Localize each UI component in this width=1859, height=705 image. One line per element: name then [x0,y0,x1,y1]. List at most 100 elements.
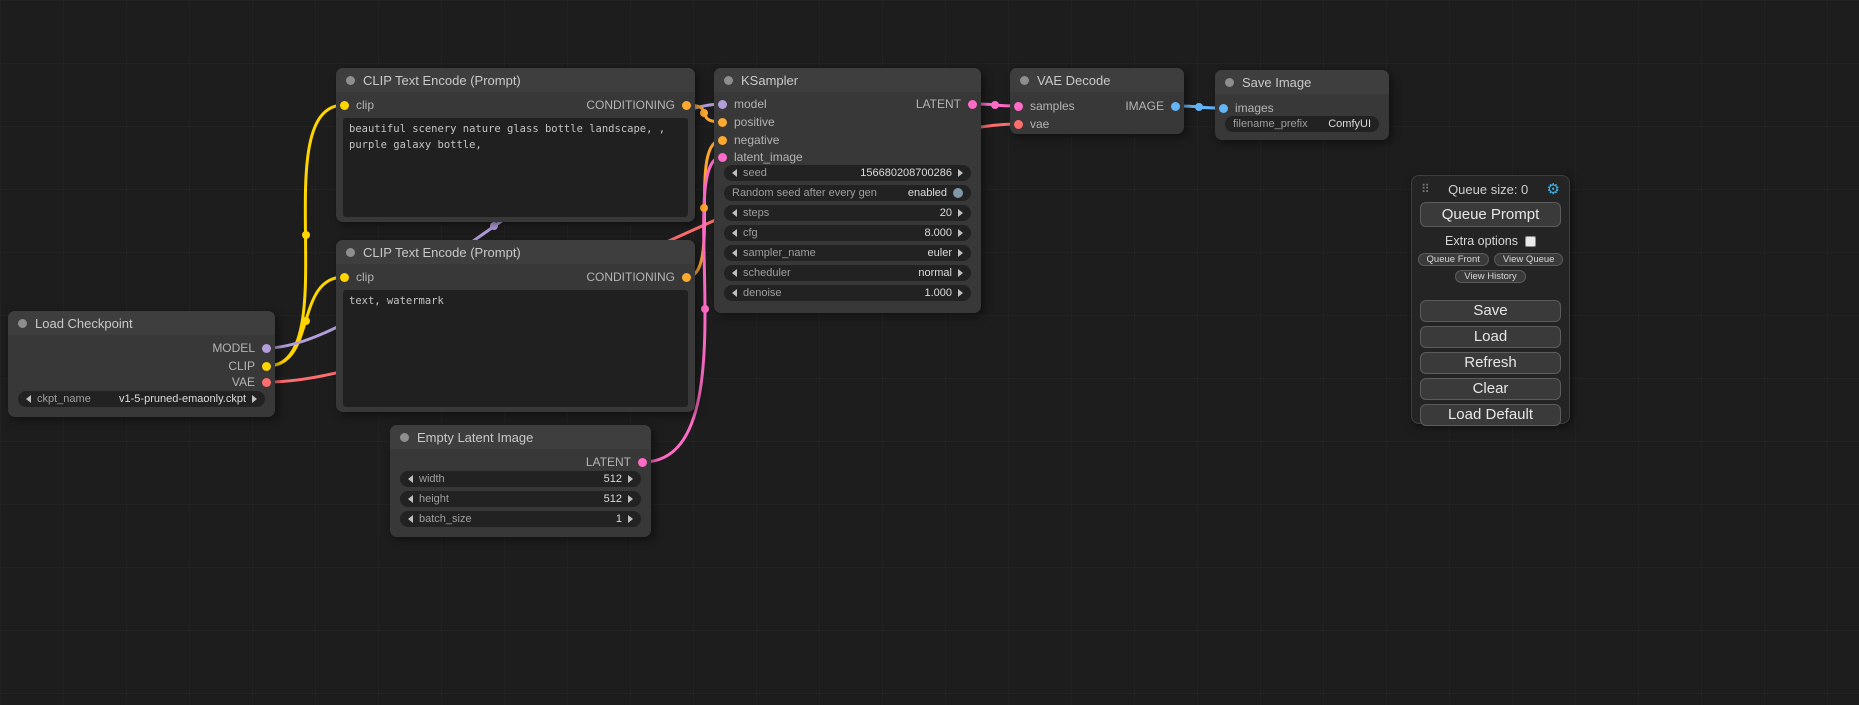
comfyui-canvas[interactable]: Load Checkpoint MODEL CLIP VAE ckpt_name… [0,0,1859,705]
latent-slot-dot-icon[interactable] [638,458,647,467]
node-title-bar[interactable]: CLIP Text Encode (Prompt) [336,68,695,92]
increment-arrow-icon[interactable] [628,515,633,523]
model-slot-dot-icon[interactable] [262,344,271,353]
image-slot-dot-icon[interactable] [1219,104,1228,113]
input-slot-samples[interactable]: samples [1014,99,1075,113]
input-slot-positive[interactable]: positive [718,115,775,129]
collapse-dot-icon[interactable] [18,319,27,328]
node-vae-decode[interactable]: VAE Decode samples vae IMAGE [1010,68,1184,134]
increment-arrow-icon[interactable] [958,229,963,237]
widget-seed[interactable]: seed 156680208700286 [724,165,971,181]
settings-gear-icon[interactable]: ⚙ [1547,182,1560,197]
load-button[interactable]: Load [1420,326,1561,348]
output-slot-conditioning[interactable]: CONDITIONING [586,98,691,112]
widget-cfg[interactable]: cfg 8.000 [724,225,971,241]
input-slot-latent-image[interactable]: latent_image [718,150,803,164]
output-slot-clip[interactable]: CLIP [228,359,271,373]
input-slot-negative[interactable]: negative [718,133,779,147]
clip-slot-dot-icon[interactable] [262,362,271,371]
node-title-bar[interactable]: CLIP Text Encode (Prompt) [336,240,695,264]
increment-arrow-icon[interactable] [252,395,257,403]
decrement-arrow-icon[interactable] [732,269,737,277]
decrement-arrow-icon[interactable] [732,169,737,177]
clip-slot-dot-icon[interactable] [340,101,349,110]
queue-prompt-button[interactable]: Queue Prompt [1420,202,1561,227]
decrement-arrow-icon[interactable] [408,515,413,523]
model-slot-dot-icon[interactable] [718,100,727,109]
widget-steps[interactable]: steps 20 [724,205,971,221]
collapse-dot-icon[interactable] [1020,76,1029,85]
save-button[interactable]: Save [1420,300,1561,322]
node-load-checkpoint[interactable]: Load Checkpoint MODEL CLIP VAE ckpt_name… [8,311,275,417]
load-default-button[interactable]: Load Default [1420,404,1561,426]
node-title-bar[interactable]: Empty Latent Image [390,425,651,449]
conditioning-slot-dot-icon[interactable] [718,136,727,145]
widget-scheduler[interactable]: scheduler normal [724,265,971,281]
decrement-arrow-icon[interactable] [732,249,737,257]
input-slot-images[interactable]: images [1219,101,1274,115]
queue-menu-panel[interactable]: ⠿ Queue size: 0 ⚙ Queue Prompt Extra opt… [1411,175,1570,424]
latent-slot-dot-icon[interactable] [1014,102,1023,111]
widget-control-after-generate[interactable]: Random seed after every gen enabled [724,185,971,201]
refresh-button[interactable]: Refresh [1420,352,1561,374]
node-ksampler[interactable]: KSampler model positive negative latent_… [714,68,981,313]
decrement-arrow-icon[interactable] [26,395,31,403]
extra-options-checkbox[interactable] [1525,236,1536,247]
decrement-arrow-icon[interactable] [732,209,737,217]
view-queue-button[interactable]: View Queue [1494,253,1564,266]
output-slot-model[interactable]: MODEL [212,341,271,355]
node-title-bar[interactable]: Save Image [1215,70,1389,94]
collapse-dot-icon[interactable] [346,76,355,85]
decrement-arrow-icon[interactable] [732,229,737,237]
collapse-dot-icon[interactable] [1225,78,1234,87]
increment-arrow-icon[interactable] [628,495,633,503]
widget-height[interactable]: height 512 [400,491,641,507]
latent-slot-dot-icon[interactable] [968,100,977,109]
collapse-dot-icon[interactable] [346,248,355,257]
widget-denoise[interactable]: denoise 1.000 [724,285,971,301]
vae-slot-dot-icon[interactable] [262,378,271,387]
node-clip-text-encode-positive[interactable]: CLIP Text Encode (Prompt) clip CONDITION… [336,68,695,222]
increment-arrow-icon[interactable] [628,475,633,483]
vae-slot-dot-icon[interactable] [1014,120,1023,129]
output-slot-conditioning[interactable]: CONDITIONING [586,270,691,284]
conditioning-slot-dot-icon[interactable] [682,273,691,282]
output-slot-vae[interactable]: VAE [232,375,271,389]
widget-ckpt-name[interactable]: ckpt_name v1-5-pruned-emaonly.ckpt [18,391,265,407]
node-save-image[interactable]: Save Image images filename_prefix ComfyU… [1215,70,1389,140]
node-title-bar[interactable]: KSampler [714,68,981,92]
input-slot-model[interactable]: model [718,97,767,111]
input-slot-vae[interactable]: vae [1014,117,1049,131]
output-slot-latent[interactable]: LATENT [916,97,977,111]
increment-arrow-icon[interactable] [958,169,963,177]
conditioning-slot-dot-icon[interactable] [718,118,727,127]
toggle-dot-icon[interactable] [953,188,963,198]
input-slot-clip[interactable]: clip [340,98,374,112]
view-history-button[interactable]: View History [1455,270,1526,283]
widget-batch-size[interactable]: batch_size 1 [400,511,641,527]
clear-button[interactable]: Clear [1420,378,1561,400]
drag-handle-icon[interactable]: ⠿ [1421,182,1430,196]
widget-sampler-name[interactable]: sampler_name euler [724,245,971,261]
input-slot-clip[interactable]: clip [340,270,374,284]
increment-arrow-icon[interactable] [958,249,963,257]
positive-prompt-textarea[interactable]: beautiful scenery nature glass bottle la… [343,118,688,217]
node-empty-latent-image[interactable]: Empty Latent Image LATENT width 512 heig… [390,425,651,537]
output-slot-latent[interactable]: LATENT [586,455,647,469]
decrement-arrow-icon[interactable] [408,495,413,503]
increment-arrow-icon[interactable] [958,269,963,277]
image-slot-dot-icon[interactable] [1171,102,1180,111]
node-title-bar[interactable]: Load Checkpoint [8,311,275,335]
increment-arrow-icon[interactable] [958,209,963,217]
collapse-dot-icon[interactable] [400,433,409,442]
negative-prompt-textarea[interactable]: text, watermark [343,290,688,407]
widget-filename-prefix[interactable]: filename_prefix ComfyUI [1225,116,1379,132]
output-slot-image[interactable]: IMAGE [1125,99,1180,113]
node-clip-text-encode-negative[interactable]: CLIP Text Encode (Prompt) clip CONDITION… [336,240,695,412]
increment-arrow-icon[interactable] [958,289,963,297]
decrement-arrow-icon[interactable] [408,475,413,483]
latent-slot-dot-icon[interactable] [718,153,727,162]
conditioning-slot-dot-icon[interactable] [682,101,691,110]
queue-front-button[interactable]: Queue Front [1418,253,1489,266]
collapse-dot-icon[interactable] [724,76,733,85]
